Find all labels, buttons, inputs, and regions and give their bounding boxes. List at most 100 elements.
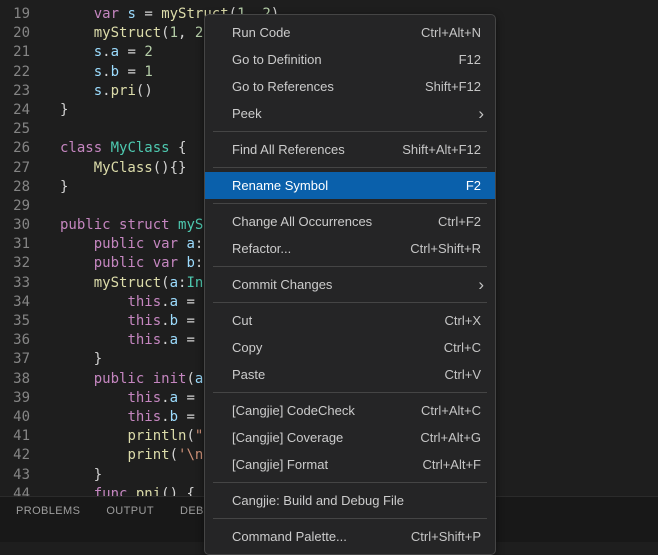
- menu-item-label: Cut: [232, 313, 252, 328]
- code-token: s: [127, 6, 135, 22]
- code-token: [60, 236, 94, 252]
- code-token: b: [111, 64, 119, 80]
- code-text: myStruct(a:Int: [60, 274, 212, 293]
- menu-item-run-code[interactable]: Run Code Ctrl+Alt+N: [205, 19, 495, 46]
- menu-item-rename-symbol[interactable]: Rename SymbolF2: [205, 172, 495, 199]
- menu-item-shortcut: Ctrl+F2: [438, 214, 481, 229]
- menu-item-go-to-references[interactable]: Go to ReferencesShift+F12: [205, 73, 495, 100]
- line-number: 22: [0, 63, 30, 82]
- code-token: [60, 428, 127, 444]
- menu-item-label: [Cangjie] Format: [232, 457, 328, 472]
- code-token: }: [60, 467, 102, 483]
- code-token: [60, 447, 127, 463]
- code-token: 2: [144, 44, 152, 60]
- code-token: MyClass: [111, 140, 170, 156]
- code-token: ,: [178, 25, 195, 41]
- menu-separator: [213, 518, 487, 519]
- code-token: this: [127, 390, 161, 406]
- code-token: }: [60, 102, 68, 118]
- menu-item-label: Change All Occurrences: [232, 214, 372, 229]
- code-token: b: [170, 409, 178, 425]
- menu-item-shortcut: Ctrl+Alt+C: [421, 403, 481, 418]
- line-number: 40: [0, 408, 30, 427]
- code-text: }: [60, 101, 68, 120]
- code-text: this.b = b: [60, 408, 212, 427]
- menu-item-shortcut: F2: [466, 178, 481, 193]
- code-token: =: [178, 390, 203, 406]
- code-token: .: [161, 294, 169, 310]
- menu-item-commit-changes[interactable]: Commit Changes ›: [205, 271, 495, 298]
- code-token: this: [127, 409, 161, 425]
- code-token: [60, 255, 94, 271]
- menu-item-change-all-occurrences[interactable]: Change All Occurrences Ctrl+F2: [205, 208, 495, 235]
- menu-item-label: Commit Changes: [232, 277, 332, 292]
- line-number: 20: [0, 24, 30, 43]
- code-token: myStruct: [94, 275, 161, 291]
- menu-item-command-palette[interactable]: Command Palette...Ctrl+Shift+P: [205, 523, 495, 550]
- menu-item-find-all-references[interactable]: Find All ReferencesShift+Alt+F12: [205, 136, 495, 163]
- line-number: 19: [0, 5, 30, 24]
- menu-item-shortcut: Ctrl+Alt+N: [421, 25, 481, 40]
- line-number: 34: [0, 293, 30, 312]
- code-token: var: [153, 236, 178, 252]
- menu-item-peek[interactable]: Peek›: [205, 100, 495, 127]
- menu-separator: [213, 266, 487, 267]
- panel-tab-output[interactable]: OUTPUT: [106, 505, 154, 517]
- code-text: this.a = a: [60, 389, 212, 408]
- code-text: }: [60, 178, 68, 197]
- line-number: 25: [0, 120, 30, 139]
- menu-item-cangjie-format[interactable]: [Cangjie] FormatCtrl+Alt+F: [205, 451, 495, 478]
- code-token: a: [170, 332, 178, 348]
- code-token: myStruct: [94, 25, 161, 41]
- code-text: myStruct(1, 2,: [60, 24, 212, 43]
- code-token: 1: [144, 64, 152, 80]
- menu-item-cangjie-codecheck[interactable]: [Cangjie] CodeCheckCtrl+Alt+C: [205, 397, 495, 424]
- code-token: print: [127, 447, 169, 463]
- menu-separator: [213, 203, 487, 204]
- code-token: a: [170, 275, 178, 291]
- panel-tab-problems[interactable]: PROBLEMS: [16, 505, 80, 517]
- code-token: struct: [119, 217, 170, 233]
- code-text: public var a:I: [60, 235, 212, 254]
- code-token: [60, 160, 94, 176]
- code-token: .: [161, 332, 169, 348]
- code-text: println("h: [60, 427, 212, 446]
- code-token: .: [102, 44, 110, 60]
- menu-item-shortcut: Shift+Alt+F12: [402, 142, 481, 157]
- code-token: [170, 217, 178, 233]
- code-token: public: [94, 371, 145, 387]
- code-token: b: [186, 255, 194, 271]
- menu-item-cangjie-build-and-debug-file[interactable]: Cangjie: Build and Debug File: [205, 487, 495, 514]
- code-token: .: [102, 64, 110, 80]
- menu-item-paste[interactable]: PasteCtrl+V: [205, 361, 495, 388]
- line-number: 42: [0, 446, 30, 465]
- code-text: public init(a:: [60, 370, 212, 389]
- code-token: pri: [111, 83, 136, 99]
- menu-item-cangjie-coverage[interactable]: [Cangjie] CoverageCtrl+Alt+G: [205, 424, 495, 451]
- menu-item-cut[interactable]: CutCtrl+X: [205, 307, 495, 334]
- menu-item-copy[interactable]: CopyCtrl+C: [205, 334, 495, 361]
- menu-item-label: Peek: [232, 106, 262, 121]
- line-number: 27: [0, 159, 30, 178]
- menu-item-refactor[interactable]: Refactor...Ctrl+Shift+R: [205, 235, 495, 262]
- code-token: [144, 255, 152, 271]
- line-number: 35: [0, 312, 30, 331]
- context-menu: Run CodeCtrl+Alt+NGo to DefinitionF12Go …: [204, 14, 496, 555]
- code-token: [60, 6, 94, 22]
- code-token: [60, 409, 127, 425]
- code-token: .: [102, 83, 110, 99]
- menu-item-label: Run Code: [232, 25, 291, 40]
- code-token: s: [94, 64, 102, 80]
- code-token: .: [161, 313, 169, 329]
- line-number: 36: [0, 331, 30, 350]
- code-token: [60, 25, 94, 41]
- submenu-arrow-icon: ›: [478, 276, 484, 293]
- menu-separator: [213, 392, 487, 393]
- menu-item-label: Go to References: [232, 79, 334, 94]
- menu-item-go-to-definition[interactable]: Go to DefinitionF12: [205, 46, 495, 73]
- code-token: =: [119, 44, 144, 60]
- code-token: a: [111, 44, 119, 60]
- code-text: this.a = c: [60, 331, 212, 350]
- code-token: [60, 83, 94, 99]
- code-token: (): [136, 83, 153, 99]
